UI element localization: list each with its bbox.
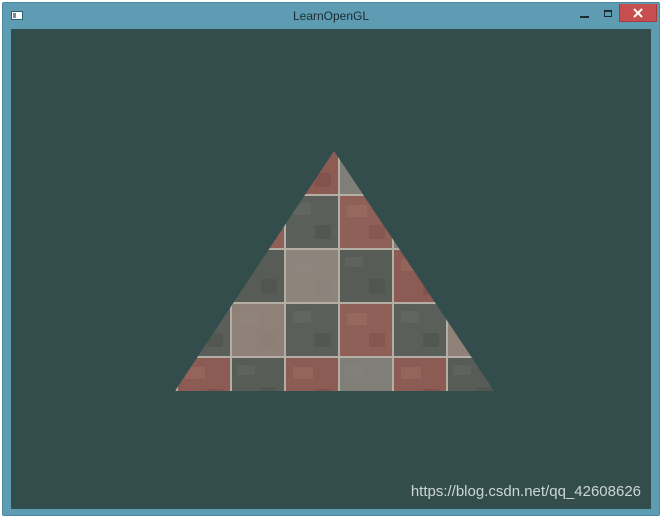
opengl-viewport[interactable]: https://blog.csdn.net/qq_42608626 <box>11 29 651 509</box>
minimize-button[interactable] <box>572 4 597 22</box>
textured-triangle <box>175 151 494 391</box>
close-button[interactable] <box>619 4 657 22</box>
title-bar[interactable]: LearnOpenGL <box>3 3 659 29</box>
close-icon <box>633 7 643 18</box>
maximize-button[interactable] <box>597 4 619 22</box>
maximize-icon <box>604 9 612 17</box>
app-window: LearnOpenGL https://blog.csdn.net/qq_426… <box>2 2 660 516</box>
window-title: LearnOpenGL <box>292 9 370 23</box>
triangle-highlights <box>175 151 494 391</box>
minimize-icon <box>580 15 589 18</box>
watermark-url: https://blog.csdn.net/qq_42608626 <box>410 483 641 500</box>
